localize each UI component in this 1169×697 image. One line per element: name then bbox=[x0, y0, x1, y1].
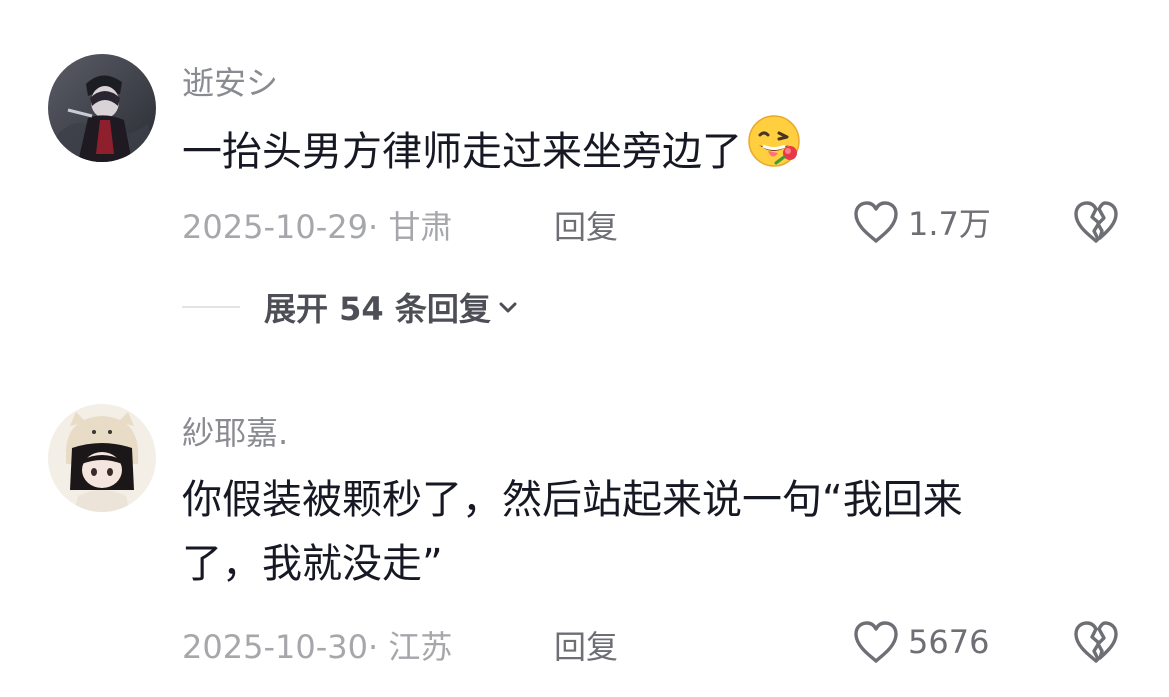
comment-date-location: 2025-10-30· 江苏 bbox=[182, 628, 453, 666]
like-button[interactable]: 5676 bbox=[852, 619, 989, 665]
broken-heart-icon bbox=[1072, 199, 1120, 245]
dislike-button[interactable] bbox=[1072, 619, 1120, 665]
tongue-rose-face-emoji-icon bbox=[746, 113, 802, 188]
avatar[interactable] bbox=[48, 404, 156, 512]
comment-text-line: 你假装被颗秒了，然后站起来说一句“我回来 bbox=[182, 477, 963, 523]
like-count: 1.7万 bbox=[908, 205, 991, 243]
heart-outline-icon bbox=[852, 619, 900, 665]
expand-replies-button[interactable]: 展开 54 条回复 bbox=[182, 284, 519, 330]
chevron-down-icon bbox=[491, 296, 519, 318]
like-button[interactable]: 1.7万 bbox=[852, 199, 991, 245]
reply-button[interactable]: 回复 bbox=[554, 202, 618, 248]
comment-username[interactable]: 逝安シ bbox=[182, 58, 278, 104]
broken-heart-icon bbox=[1072, 619, 1120, 665]
expand-replies-label: 展开 54 条回复 bbox=[264, 290, 491, 328]
divider bbox=[182, 306, 240, 308]
comment-text-line: 了，我就没走” bbox=[182, 541, 443, 587]
comment-text: 一抬头男方律师走过来坐旁边了 bbox=[182, 114, 1062, 188]
like-count: 5676 bbox=[908, 623, 990, 661]
dislike-button[interactable] bbox=[1072, 199, 1120, 245]
comment-text-content: 一抬头男方律师走过来坐旁边了 bbox=[182, 129, 742, 175]
avatar[interactable] bbox=[48, 54, 156, 162]
comment-date-location: 2025-10-29· 甘肃 bbox=[182, 208, 453, 246]
heart-outline-icon bbox=[852, 199, 900, 245]
reply-button[interactable]: 回复 bbox=[554, 622, 618, 668]
comment-username[interactable]: 紗耶嘉. bbox=[182, 408, 288, 454]
comment-text: 你假装被颗秒了，然后站起来说一句“我回来 了，我就没走” bbox=[182, 468, 1062, 596]
